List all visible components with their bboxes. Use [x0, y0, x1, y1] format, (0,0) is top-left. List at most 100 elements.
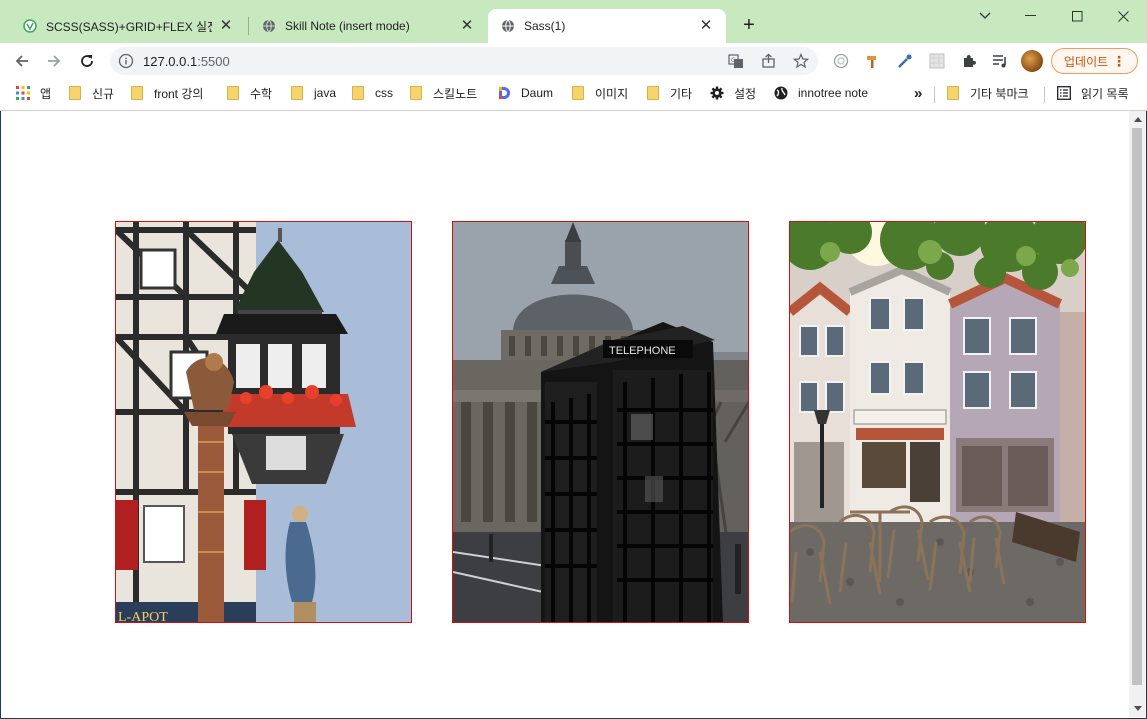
- shop-sign-text: L-APOT: [118, 610, 168, 623]
- arrow-right-icon: [48, 55, 61, 67]
- extension-grid-icon[interactable]: [928, 52, 946, 70]
- extensions-puzzle-icon[interactable]: [960, 52, 978, 70]
- close-icon: [1117, 10, 1129, 22]
- bookmark-apps[interactable]: 앱: [15, 84, 51, 102]
- update-button[interactable]: 업데이트 ⋮: [1051, 48, 1138, 74]
- scrollbar-thumb[interactable]: [1132, 128, 1142, 685]
- reading-list-icon: [1056, 85, 1072, 101]
- bookmark-label: 기타 북마크: [970, 86, 1029, 101]
- vertical-scrollbar[interactable]: [1129, 111, 1146, 717]
- minimize-button[interactable]: [1008, 4, 1054, 28]
- scroll-down-arrow-icon[interactable]: [1129, 700, 1146, 717]
- media-playlist-icon[interactable]: [991, 52, 1009, 70]
- bookmark-label: 이미지: [595, 86, 629, 101]
- close-icon[interactable]: ✕: [698, 18, 714, 34]
- bookmark-folder-css[interactable]: css: [350, 84, 393, 102]
- maximize-icon: [1071, 10, 1082, 21]
- address-bar[interactable]: 127.0.0.1:5500 G: [110, 47, 818, 75]
- extension-hammer-icon[interactable]: [864, 52, 882, 70]
- bookmarks-bar: 앱 신규 front 강의 수학 java css 스킬노트 Daum 이미지 …: [0, 78, 1147, 109]
- more-vert-icon: ⋮: [1112, 53, 1126, 69]
- bookmark-folder-etc[interactable]: 기타: [645, 84, 692, 102]
- bookmark-separator: [1044, 87, 1045, 103]
- bookmark-label: java: [314, 86, 337, 100]
- folder-icon: [408, 85, 424, 101]
- url-port: :5500: [197, 54, 230, 69]
- folder-icon: [225, 85, 241, 101]
- bookmarks-overflow-button[interactable]: »: [914, 84, 922, 102]
- bookmark-folder-images[interactable]: 이미지: [570, 84, 628, 102]
- notion-style-icon: [22, 18, 38, 34]
- overflow-chevron: »: [914, 84, 923, 102]
- bookmark-label: front 강의: [154, 86, 204, 101]
- daum-logo-icon: [496, 85, 512, 101]
- chevron-down-icon: [979, 12, 991, 19]
- scroll-up-arrow-icon[interactable]: [1129, 111, 1146, 128]
- folder-icon: [645, 85, 661, 101]
- bookmark-folder-skillnote[interactable]: 스킬노트: [408, 84, 477, 102]
- back-button[interactable]: [9, 48, 35, 74]
- gear-icon: [709, 85, 725, 101]
- photo-card-timbered-house: L-APOT: [115, 221, 412, 623]
- bookmark-folder-math[interactable]: 수학: [225, 84, 272, 102]
- close-icon[interactable]: ✕: [459, 18, 475, 34]
- other-bookmarks[interactable]: 기타 북마크: [945, 84, 1029, 102]
- extension-circle-icon[interactable]: [832, 52, 850, 70]
- info-icon[interactable]: [118, 53, 134, 69]
- bookmark-label: 신규: [92, 86, 115, 101]
- bookmark-folder-java[interactable]: java: [289, 84, 336, 102]
- tab-title: Sass(1): [524, 19, 566, 33]
- bookmark-innotree[interactable]: innotree note: [773, 84, 868, 102]
- timbered-house-image: L-APOT: [116, 222, 411, 623]
- bookmark-folder-front[interactable]: front 강의: [129, 84, 203, 102]
- profile-avatar[interactable]: [1021, 50, 1043, 72]
- forward-button[interactable]: [41, 48, 67, 74]
- photo-card-telephone-box: TELEPHONE: [452, 221, 749, 623]
- bookmark-folder-new[interactable]: 신규: [67, 84, 114, 102]
- svg-text:G: G: [731, 57, 736, 64]
- reload-button[interactable]: [74, 48, 100, 74]
- tab-title: SCSS(SASS)+GRID+FLEX 실전 프: [46, 19, 212, 34]
- apps-grid-icon: [15, 85, 31, 101]
- bookmark-label: 읽기 목록: [1081, 86, 1129, 101]
- close-window-button[interactable]: [1100, 4, 1146, 28]
- bookmark-separator: [934, 87, 935, 103]
- browser-toolbar: 127.0.0.1:5500 G 업데이트 ⋮: [0, 43, 1147, 78]
- reload-icon: [81, 55, 93, 67]
- bookmark-label: 수학: [250, 86, 273, 101]
- folder-icon: [289, 85, 305, 101]
- reading-list[interactable]: 읽기 목록: [1056, 84, 1129, 102]
- bookmark-label: 설정: [734, 86, 757, 101]
- telephone-sign-text: TELEPHONE: [609, 345, 676, 357]
- folder-icon: [67, 85, 83, 101]
- tab-sass-active[interactable]: Sass(1) ✕: [488, 9, 726, 43]
- globe-icon: [773, 85, 789, 101]
- photo-card-cafe-square: [789, 221, 1086, 623]
- tab-skill-note[interactable]: Skill Note (insert mode) ✕: [249, 9, 487, 43]
- maximize-button[interactable]: [1054, 4, 1100, 28]
- new-tab-button[interactable]: +: [738, 15, 760, 37]
- color-picker-icon[interactable]: [896, 52, 914, 70]
- translate-icon[interactable]: G: [727, 52, 745, 70]
- update-label: 업데이트: [1064, 54, 1109, 69]
- bookmark-daum[interactable]: Daum: [496, 84, 553, 102]
- tab-scss-grid-flex[interactable]: SCSS(SASS)+GRID+FLEX 실전 프 ✕: [10, 9, 246, 43]
- bookmark-label: 스킬노트: [433, 86, 478, 101]
- tab-title: Skill Note (insert mode): [285, 19, 410, 33]
- globe-icon: [261, 18, 277, 34]
- bookmark-star-icon[interactable]: [792, 52, 810, 70]
- arrow-left-icon: [15, 55, 28, 67]
- share-icon[interactable]: [760, 52, 778, 70]
- bookmark-label: css: [375, 86, 393, 100]
- tab-strip: SCSS(SASS)+GRID+FLEX 실전 프 ✕ Skill Note (…: [0, 0, 1147, 43]
- page-viewport: L-APOT TELEPHONE: [0, 111, 1147, 719]
- bookmark-settings[interactable]: 설정: [709, 84, 756, 102]
- folder-icon: [945, 85, 961, 101]
- url-host: 127.0.0.1: [143, 54, 198, 69]
- folder-icon: [570, 85, 586, 101]
- bookmark-label: 기타: [670, 86, 693, 101]
- minimize-icon: [1025, 15, 1036, 16]
- tab-search-button[interactable]: [962, 4, 1008, 28]
- bookmark-label: innotree note: [798, 86, 869, 100]
- close-icon[interactable]: ✕: [218, 18, 234, 34]
